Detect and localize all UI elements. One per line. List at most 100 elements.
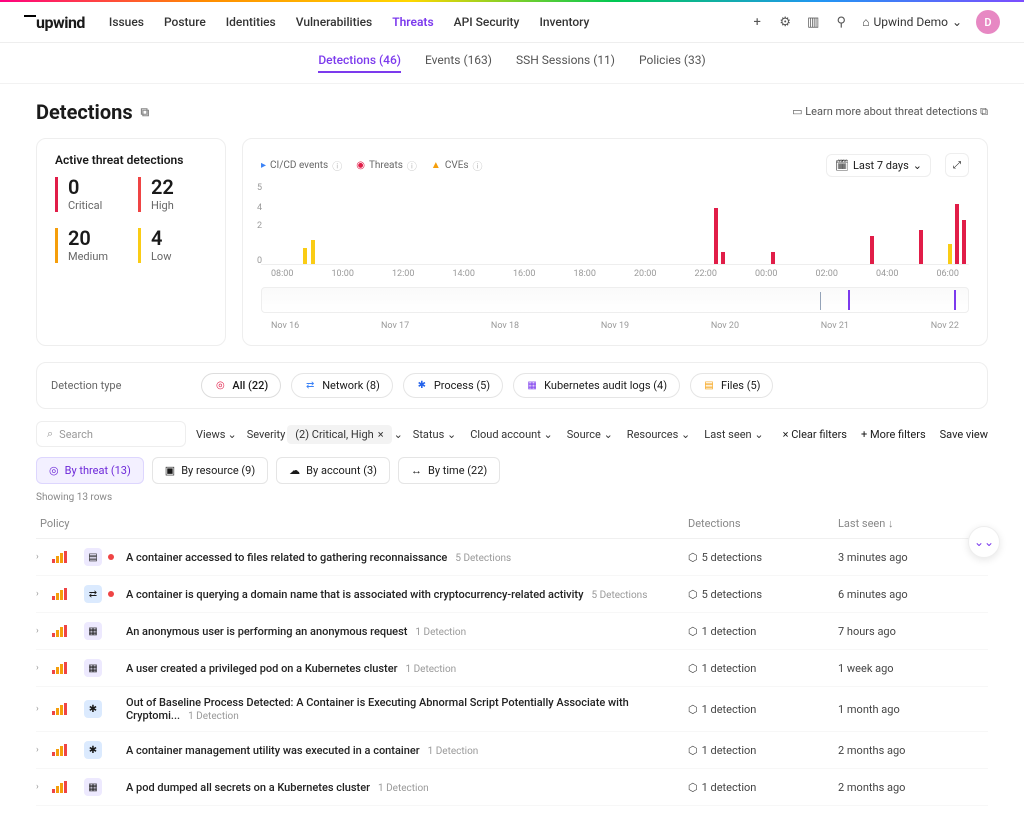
chart-bar[interactable] <box>948 244 952 264</box>
nav-inventory[interactable]: Inventory <box>539 15 589 29</box>
table-row[interactable]: ›▦A pod dumped all secrets on a Kubernet… <box>36 769 988 806</box>
subnav-item[interactable]: Detections (46) <box>318 53 401 73</box>
timeline-chart-card: ▸CI/CD events ⓘ ◉Threats ⓘ ▲CVEs ⓘ 🗓 Las… <box>242 138 988 346</box>
close-icon[interactable]: × <box>378 428 384 441</box>
chevron-down-icon: ⌄ <box>952 15 962 29</box>
detection-count: ⬡1 detection <box>688 781 838 794</box>
expand-row-icon[interactable]: › <box>36 626 52 636</box>
detection-type-chip[interactable]: ▤Files (5) <box>690 373 773 398</box>
search-input[interactable]: ⌕ Search <box>36 421 186 447</box>
detection-badge: 5 Detections <box>455 553 511 564</box>
more-filters-button[interactable]: + More filters <box>861 428 926 441</box>
group-chip[interactable]: ☁By account (3) <box>276 457 390 484</box>
chart-bar[interactable] <box>771 252 775 264</box>
learn-more-link[interactable]: ▭ Learn more about threat detections ⧉ <box>792 105 988 119</box>
severity-bars-icon <box>52 625 76 637</box>
page-title: Detections ⧉ <box>36 100 149 124</box>
group-chip[interactable]: ↔By time (22) <box>398 457 500 484</box>
gear-icon[interactable]: ⚙ <box>778 15 792 29</box>
scroll-down-button[interactable]: ⌄⌄ <box>968 526 1000 558</box>
col-policy[interactable]: Policy <box>36 517 688 530</box>
detection-type-chip[interactable]: ◎All (22) <box>201 373 281 398</box>
add-icon[interactable]: + <box>750 15 764 29</box>
nav-threats[interactable]: Threats <box>392 15 433 29</box>
severity-bars-icon <box>52 744 76 756</box>
chart-bar[interactable] <box>721 252 725 264</box>
nav-issues[interactable]: Issues <box>109 15 144 29</box>
detection-type-chip[interactable]: ▦Kubernetes audit logs (4) <box>513 373 680 398</box>
bell-icon[interactable]: ⚲ <box>834 15 848 29</box>
detection-type-icon: ▦ <box>84 659 102 677</box>
stat-critical[interactable]: 0 Critical <box>55 177 124 212</box>
org-switcher[interactable]: ⌂ Upwind Demo ⌄ <box>862 15 962 29</box>
filter-resources[interactable]: Resources ⌄ <box>627 428 690 441</box>
chart-overview[interactable] <box>261 287 969 313</box>
severity-filter[interactable]: Severity (2) Critical, High × ⌄ <box>247 425 403 444</box>
legend-cicd[interactable]: ▸CI/CD events ⓘ <box>261 158 342 173</box>
nav-identities[interactable]: Identities <box>226 15 276 29</box>
chart-bar[interactable] <box>962 220 966 264</box>
expand-chart-button[interactable]: ⤢ <box>945 153 969 177</box>
expand-row-icon[interactable]: › <box>36 782 52 792</box>
table-row[interactable]: ›▤A container accessed to files related … <box>36 539 988 576</box>
detection-badge: 1 Detection <box>415 627 466 638</box>
avatar[interactable]: D <box>976 10 1000 34</box>
expand-row-icon[interactable]: › <box>36 552 52 562</box>
chart-main[interactable]: 5 4 2 0 <box>261 185 969 265</box>
filter-status[interactable]: Status ⌄ <box>413 428 456 441</box>
chart-bar[interactable] <box>303 248 307 264</box>
subnav-item[interactable]: SSH Sessions (11) <box>516 53 615 73</box>
expand-row-icon[interactable]: › <box>36 745 52 755</box>
severity-bars-icon <box>52 703 76 715</box>
subnav-item[interactable]: Events (163) <box>425 53 492 73</box>
detection-count: ⬡5 detections <box>688 551 838 564</box>
row-count: Showing 13 rows <box>36 492 988 503</box>
severity-dot-icon <box>108 591 114 597</box>
nav-posture[interactable]: Posture <box>164 15 206 29</box>
expand-row-icon[interactable]: › <box>36 663 52 673</box>
col-detections[interactable]: Detections <box>688 517 838 530</box>
table-row[interactable]: › ▦ A user created a privileged pod on a K… <box>36 650 988 687</box>
chart-bar[interactable] <box>714 208 718 264</box>
policy-name: A user created a privileged pod on a Kub… <box>126 662 397 675</box>
legend-threats[interactable]: ◉Threats ⓘ <box>356 158 417 173</box>
time-range-picker[interactable]: 🗓 Last 7 days ⌄ <box>826 154 931 177</box>
group-icon: ☁ <box>289 464 300 477</box>
chart-bar[interactable] <box>311 240 315 264</box>
book-icon[interactable]: ▥ <box>806 15 820 29</box>
filter-cloud-account[interactable]: Cloud account ⌄ <box>470 428 553 441</box>
external-link-icon[interactable]: ⧉ <box>141 105 150 120</box>
expand-row-icon[interactable]: › <box>36 589 52 599</box>
detection-type-chip[interactable]: ✱Process (5) <box>403 373 503 398</box>
nav-vulnerabilities[interactable]: Vulnerabilities <box>296 15 373 29</box>
table-row[interactable]: ›✱A container management utility was exe… <box>36 732 988 769</box>
stat-high[interactable]: 22 High <box>138 177 207 212</box>
subnav-item[interactable]: Policies (33) <box>639 53 706 73</box>
table-row[interactable]: ›▦An anonymous user is performing an ano… <box>36 613 988 650</box>
col-last-seen[interactable]: Last seen ↓ <box>838 517 988 530</box>
expand-row-icon[interactable]: › <box>36 704 52 714</box>
table-row[interactable]: ›⇄A container is querying a domain name … <box>36 576 988 613</box>
clear-filters-button[interactable]: × Clear filters <box>783 428 847 441</box>
filter-last-seen[interactable]: Last seen ⌄ <box>704 428 763 441</box>
chart-bar[interactable] <box>870 236 874 264</box>
group-chip[interactable]: ▣By resource (9) <box>152 457 268 484</box>
policy-name: A container accessed to files related to… <box>126 551 447 564</box>
chart-bar[interactable] <box>919 230 923 264</box>
views-dropdown[interactable]: Views ⌄ <box>196 428 237 441</box>
stat-medium[interactable]: 20 Medium <box>55 228 124 263</box>
table-body: ›▤A container accessed to files related … <box>36 539 988 806</box>
stat-low[interactable]: 4 Low <box>138 228 207 263</box>
legend-cves[interactable]: ▲CVEs ⓘ <box>431 158 483 173</box>
policy-name: A pod dumped all secrets on a Kubernetes… <box>126 781 370 794</box>
nav-api-security[interactable]: API Security <box>454 15 520 29</box>
last-seen: 2 months ago <box>838 781 988 794</box>
group-chip[interactable]: ◎By threat (13) <box>36 457 144 484</box>
severity-bars-icon <box>52 551 76 563</box>
chart-bar[interactable] <box>955 204 959 264</box>
detection-type-chip[interactable]: ⇄Network (8) <box>291 373 393 398</box>
header: upwind IssuesPostureIdentitiesVulnerabil… <box>0 2 1024 43</box>
table-row[interactable]: ›✱Out of Baseline Process Detected: A Co… <box>36 687 988 732</box>
save-view-button[interactable]: Save view <box>940 428 988 441</box>
filter-source[interactable]: Source ⌄ <box>567 428 613 441</box>
